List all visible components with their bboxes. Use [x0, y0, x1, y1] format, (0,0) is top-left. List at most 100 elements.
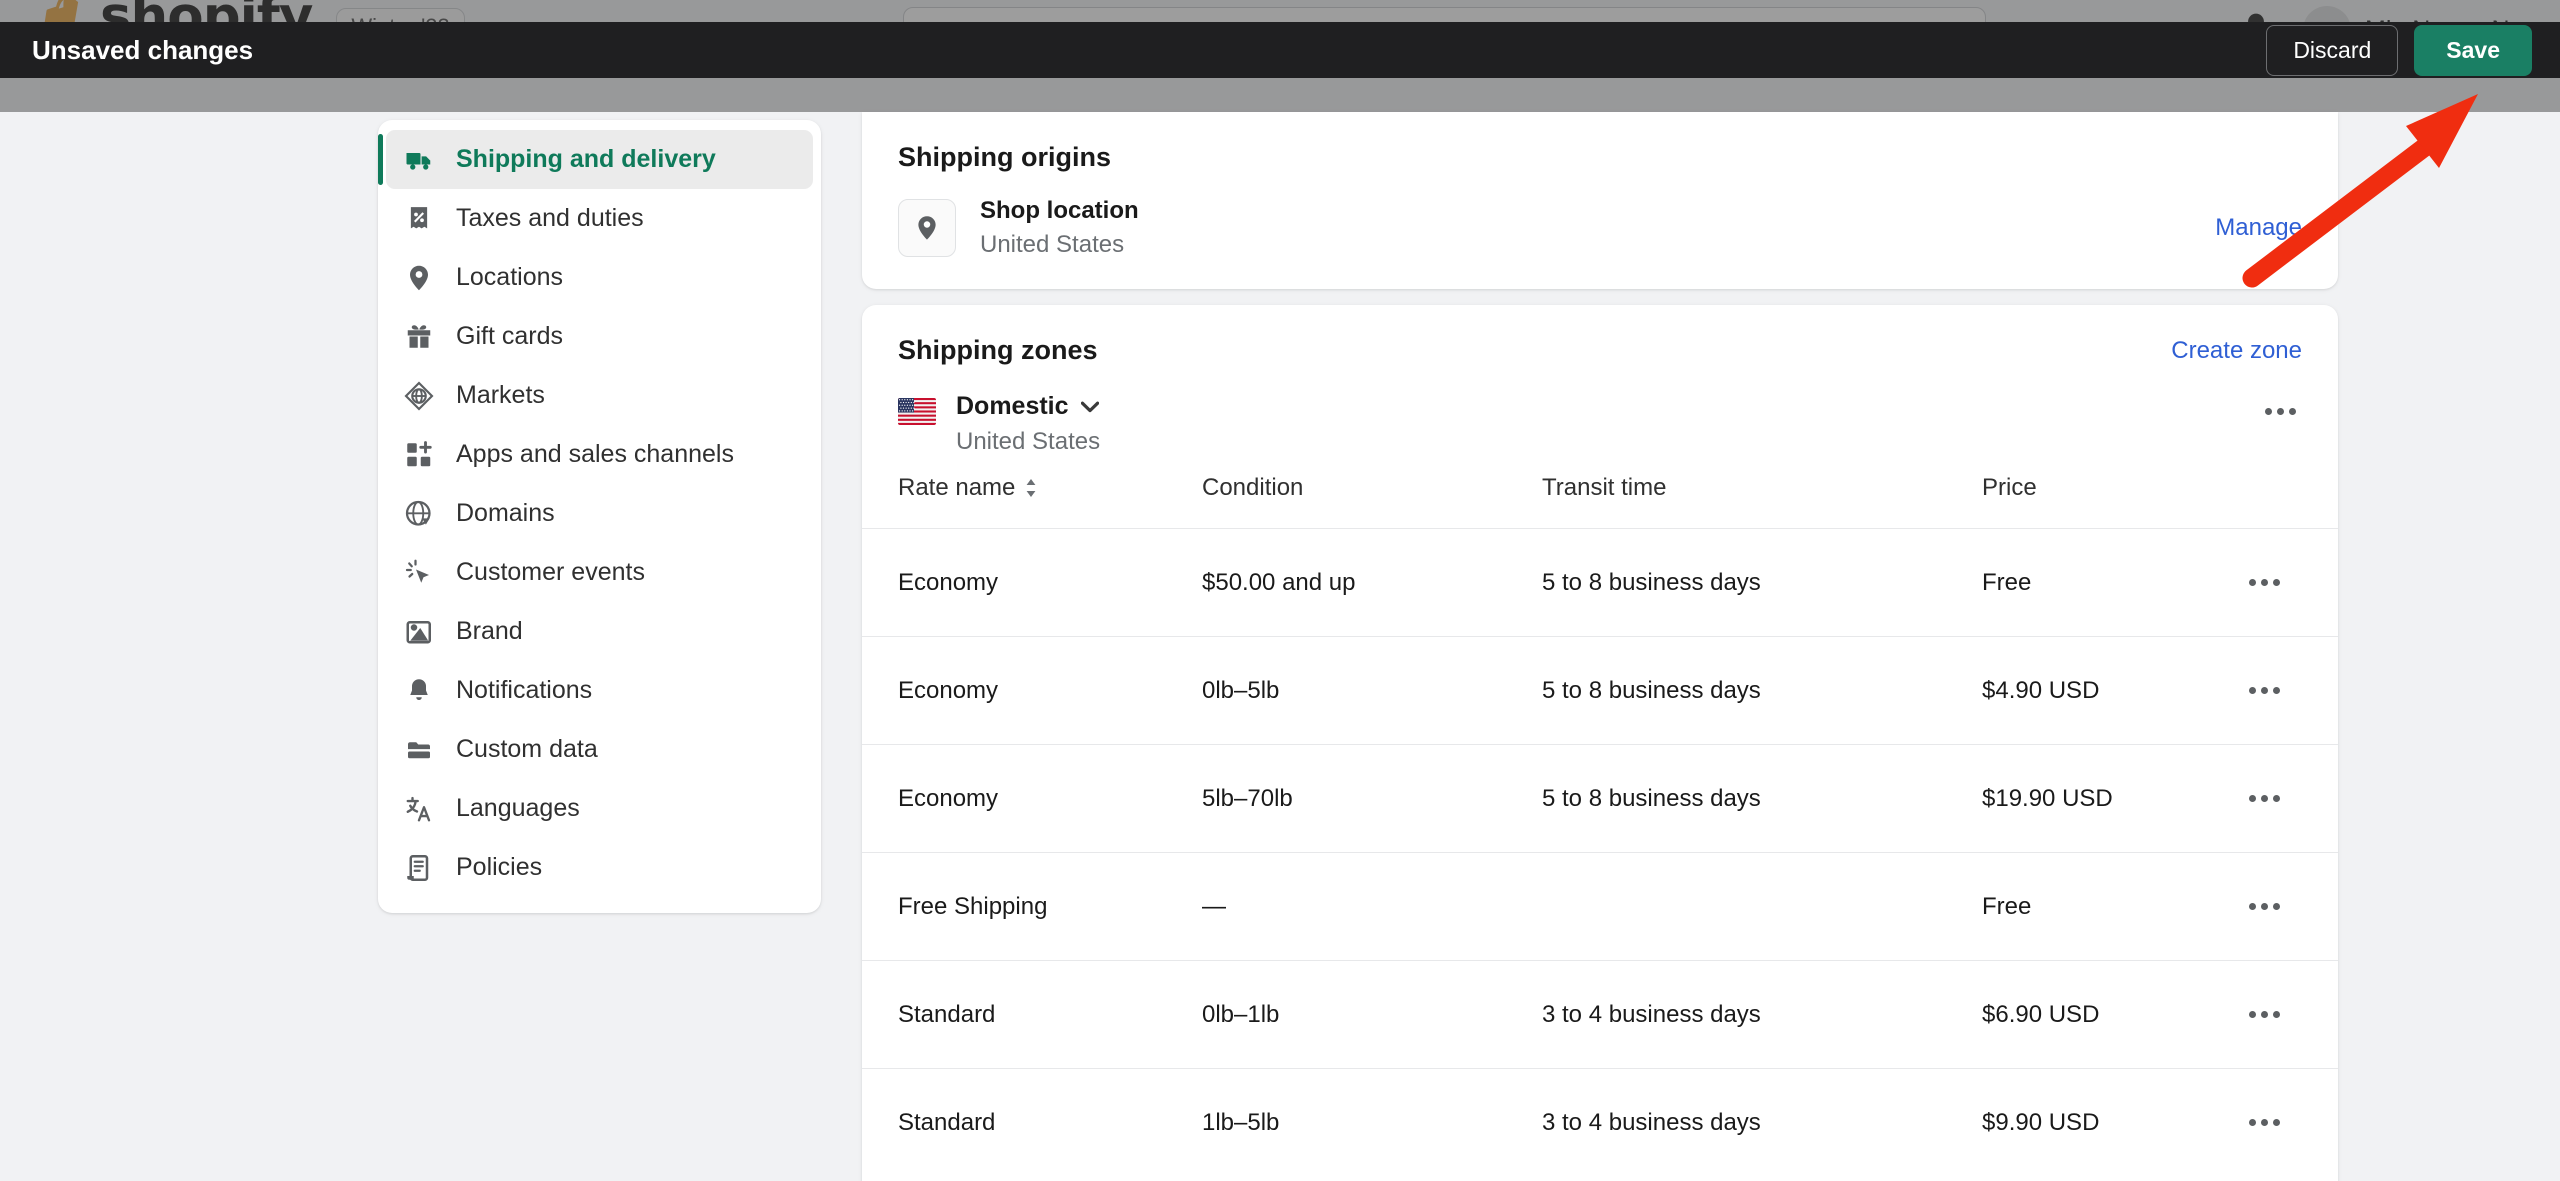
truck-icon — [406, 152, 431, 170]
apps-plus-icon — [407, 440, 432, 466]
bell-icon — [410, 678, 428, 700]
row-more-button[interactable] — [2242, 568, 2286, 598]
col-header-condition: Condition — [1202, 474, 1304, 501]
sidebar-item-locations[interactable]: Locations — [386, 248, 813, 307]
sidebar-item-label: Notifications — [456, 676, 593, 704]
col-header-transit-time: Transit time — [1542, 474, 1667, 501]
row-actions-cell — [2242, 528, 2338, 637]
zone-texts: Domestic United States — [956, 392, 1100, 456]
settings-body: Shipping and delivery Taxes and duties L… — [0, 112, 2560, 1181]
sidebar-item-label: Domains — [456, 499, 555, 527]
col-header-rate-name-label: Rate name — [898, 474, 1016, 501]
app-root: shopify Winter '23 Search MN Mia Nguyn N… — [0, 0, 2560, 1181]
row-more-button[interactable] — [2242, 1108, 2286, 1138]
price-cell: $6.90 USD — [1982, 960, 2242, 1069]
sidebar-item-customer-events[interactable]: Customer events — [386, 543, 813, 602]
condition-cell: 0lb–1lb — [1202, 960, 1542, 1069]
row-more-button[interactable] — [2242, 784, 2286, 814]
sidebar-item-custom-data[interactable]: Custom data — [386, 720, 813, 779]
rate-name-cell: Economy — [862, 636, 1202, 745]
row-actions-cell — [2242, 744, 2338, 853]
shipping-zones-card: Shipping zones Create zone Domestic Unit… — [862, 305, 2338, 1181]
rate-name-cell: Economy — [862, 528, 1202, 637]
gift-icon — [407, 324, 431, 348]
origin-name: Shop location — [980, 197, 1139, 224]
rate-name-cell: Economy — [862, 744, 1202, 853]
table-row[interactable]: Standard 1lb–5lb 3 to 4 business days $9.90… — [862, 1068, 2338, 1177]
origin-country: United States — [980, 231, 1125, 258]
sidebar-item-label: Apps and sales channels — [456, 440, 734, 468]
transit-time-cell: 3 to 4 business days — [1542, 960, 1982, 1069]
manage-origin-link[interactable]: Manage — [2215, 214, 2302, 242]
sort-arrows-icon — [1027, 479, 1036, 497]
shipping-origins-title: Shipping origins — [898, 142, 1111, 172]
condition-cell: 5lb–70lb — [1202, 744, 1542, 853]
unsaved-changes-title: Unsaved changes — [32, 34, 254, 65]
chevron-down-icon — [1080, 401, 1099, 412]
transit-time-cell: 5 to 8 business days — [1542, 636, 1982, 745]
shipping-origin-row: Shop location United States Manage — [862, 173, 2338, 259]
save-button[interactable]: Save — [2414, 24, 2532, 76]
scroll-icon — [407, 854, 429, 881]
rate-name-cell: Free Shipping — [862, 852, 1202, 961]
globe-icon — [405, 500, 431, 526]
us-flag-icon — [898, 398, 936, 425]
row-more-button[interactable] — [2242, 892, 2286, 922]
row-more-button[interactable] — [2242, 1000, 2286, 1030]
sidebar-item-label: Shipping and delivery — [456, 145, 716, 173]
zone-name-dropdown[interactable]: Domestic — [956, 392, 1100, 421]
create-zone-link[interactable]: Create zone — [2171, 337, 2302, 365]
sidebar-item-taxes-and-duties[interactable]: Taxes and duties — [386, 189, 813, 248]
origin-texts: Shop location United States — [980, 197, 1139, 259]
sidebar-item-markets[interactable]: Markets — [386, 366, 813, 425]
table-row[interactable]: Standard 0lb–1lb 3 to 4 business days $6.90… — [862, 960, 2338, 1069]
price-cell: Free — [1982, 528, 2242, 637]
sidebar-item-policies[interactable]: Policies — [386, 838, 813, 897]
sidebar-item-label: Custom data — [456, 735, 598, 763]
shipping-zone-row: Domestic United States — [862, 366, 2338, 456]
shipping-origins-card: Shipping origins Shop location United St… — [862, 112, 2338, 289]
sidebar-item-apps-and-sales-channels[interactable]: Apps and sales channels — [386, 425, 813, 484]
zone-name: Domestic — [956, 392, 1069, 420]
table-row[interactable]: Economy $50.00 and up 5 to 8 business days… — [862, 528, 2338, 637]
sidebar-item-label: Locations — [456, 263, 564, 291]
sidebar-item-languages[interactable]: Languages — [386, 779, 813, 838]
map-pin-icon — [918, 216, 936, 240]
table-row[interactable]: Free Shipping — Free — [862, 852, 2338, 961]
condition-cell: 1lb–5lb — [1202, 1068, 1542, 1177]
sidebar-item-label: Languages — [456, 794, 580, 822]
row-more-button[interactable] — [2242, 676, 2286, 706]
sidebar-item-notifications[interactable]: Notifications — [386, 661, 813, 720]
price-cell: Free — [1982, 852, 2242, 961]
globe-diamond-icon — [404, 380, 434, 411]
sidebar-item-domains[interactable]: Domains — [386, 484, 813, 543]
image-icon — [406, 620, 432, 643]
price-cell: $9.90 USD — [1982, 1068, 2242, 1177]
receipt-percent-icon — [410, 206, 428, 228]
rates-table-body: Economy $50.00 and up 5 to 8 business days… — [862, 528, 2338, 1177]
condition-cell: 0lb–5lb — [1202, 636, 1542, 745]
col-header-actions — [2242, 474, 2338, 529]
table-row[interactable]: Economy 5lb–70lb 5 to 8 business days $19.9… — [862, 744, 2338, 853]
add-rate-wrap: Add rate — [862, 1177, 2338, 1181]
map-pin-icon — [410, 265, 428, 290]
transit-time-cell: 5 to 8 business days — [1542, 744, 1982, 853]
price-cell: $19.90 USD — [1982, 744, 2242, 853]
shipping-zones-header: Shipping zones Create zone — [862, 305, 2338, 366]
shipping-zones-title: Shipping zones — [898, 335, 1098, 365]
discard-button[interactable]: Discard — [2266, 24, 2399, 76]
settings-sidebar: Shipping and delivery Taxes and duties L… — [378, 120, 821, 913]
sidebar-item-shipping-and-delivery[interactable]: Shipping and delivery — [378, 130, 813, 189]
price-cell: $4.90 USD — [1982, 636, 2242, 745]
sidebar-item-gift-cards[interactable]: Gift cards — [386, 307, 813, 366]
zone-more-button[interactable] — [2258, 396, 2302, 426]
col-header-rate-name[interactable]: Rate name — [862, 474, 1202, 529]
origin-thumbnail — [898, 199, 956, 257]
row-actions-cell — [2242, 1068, 2338, 1177]
transit-time-cell: 5 to 8 business days — [1542, 528, 1982, 637]
sidebar-item-label: Brand — [456, 617, 523, 645]
sidebar-item-brand[interactable]: Brand — [386, 602, 813, 661]
table-row[interactable]: Economy 0lb–5lb 5 to 8 business days $4.90 … — [862, 636, 2338, 745]
sidebar-item-label: Markets — [456, 381, 545, 409]
condition-cell: — — [1202, 852, 1542, 961]
